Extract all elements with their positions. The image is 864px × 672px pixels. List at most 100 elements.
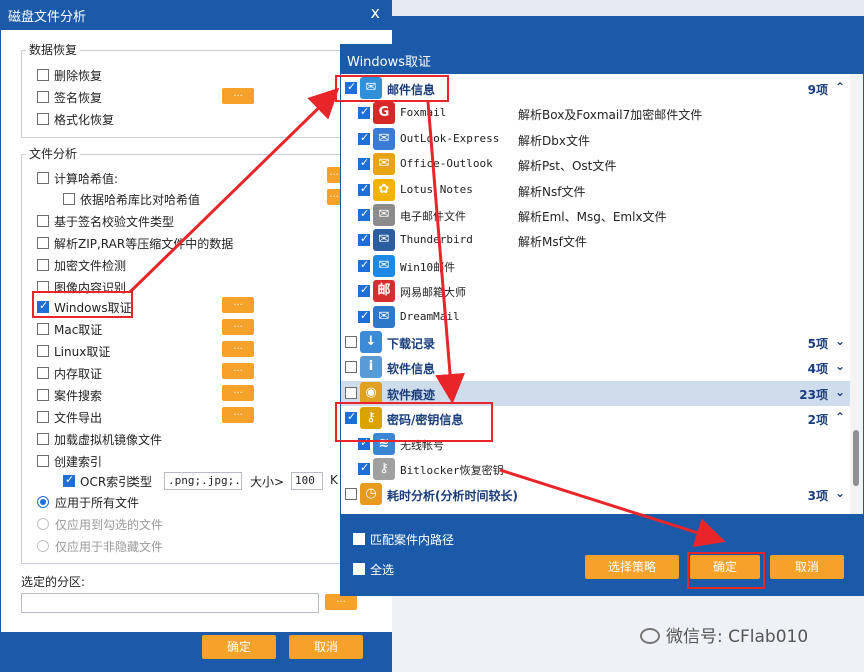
row-checkbox[interactable] xyxy=(358,156,370,171)
row-checkbox[interactable] xyxy=(345,336,357,348)
ocr-type-input[interactable]: .png;.jpg;.P xyxy=(164,472,242,490)
disk-analysis-ok-button[interactable]: 确定 xyxy=(202,635,276,659)
recovery-option-checkbox-2[interactable] xyxy=(37,113,49,125)
category-count: 3项 xyxy=(807,489,828,504)
row-checkbox[interactable] xyxy=(345,361,357,374)
recovery-option-checkbox-1[interactable] xyxy=(37,91,49,103)
analysis-option-label-0: 计算哈希值: xyxy=(54,172,119,186)
analysis-option-checkbox-3[interactable] xyxy=(37,237,49,249)
windows-forensics-options-button[interactable]: ... xyxy=(222,297,254,313)
category-row[interactable]: ↓ 下载记录 5项 ⌄ xyxy=(341,330,850,355)
apply-scope-radio-0[interactable] xyxy=(37,496,49,508)
chevron-down-icon[interactable]: ⌄ xyxy=(835,385,845,399)
apply-scope-radio-2[interactable] xyxy=(37,540,49,552)
memory-forensics-options-button[interactable]: ... xyxy=(222,363,254,379)
mac-forensics-options-button[interactable]: ... xyxy=(222,319,254,335)
chevron-up-icon[interactable]: ⌃ xyxy=(835,410,845,424)
linux-forensics-options-button[interactable]: ... xyxy=(222,341,254,357)
file-export-options-button[interactable]: ... xyxy=(222,407,254,423)
list-item[interactable]: ✉ OutLook-Express 解析Dbx文件 xyxy=(341,127,850,152)
recovery-option-label-0: 删除恢复 xyxy=(54,69,103,83)
analysis-option-label-1: 依据哈希库比对哈希值 xyxy=(80,193,201,207)
list-item[interactable]: G Foxmail 解析Box及Foxmail7加密邮件文件 xyxy=(341,101,850,126)
row-checkbox[interactable] xyxy=(358,182,370,196)
recovery-option-checkbox-0[interactable] xyxy=(37,69,49,81)
chevron-down-icon[interactable]: ⌄ xyxy=(835,486,845,500)
close-icon[interactable]: x xyxy=(371,3,380,22)
select-all-checkbox[interactable] xyxy=(353,563,365,575)
list-item[interactable]: ✉ Office-Outlook 解析Pst、Ost文件 xyxy=(341,152,850,177)
item-description: 解析Dbx文件 xyxy=(518,133,590,148)
hash-options-button[interactable]: ... xyxy=(327,167,341,183)
chevron-down-icon[interactable]: ⌄ xyxy=(835,359,845,373)
disk-analysis-cancel-button[interactable]: 取消 xyxy=(289,635,363,659)
apply-scope-label-0: 应用于所有文件 xyxy=(55,496,140,510)
analysis-option-label-10: 案件搜索 xyxy=(54,389,103,403)
signature-recovery-options-button[interactable]: ... xyxy=(222,88,254,104)
item-description: 解析Pst、Ost文件 xyxy=(518,159,617,174)
forensics-item-list: ✉邮件信息9项⌃GFoxmail解析Box及Foxmail7加密邮件文件✉Out… xyxy=(341,74,850,514)
analysis-group-label: 文件分析 xyxy=(26,145,81,162)
annotation-box-windows-forensics xyxy=(32,291,133,318)
row-checkbox[interactable] xyxy=(358,232,370,247)
analysis-option-checkbox-9[interactable] xyxy=(37,367,49,379)
select-strategy-button[interactable]: 选择策略 xyxy=(585,555,679,579)
partition-browse-button[interactable]: ... xyxy=(325,594,357,610)
list-item[interactable]: ✉ 电子邮件文件 解析Eml、Msg、Emlx文件 xyxy=(341,203,850,228)
windows-forensics-cancel-button[interactable]: 取消 xyxy=(770,555,844,579)
chevron-down-icon[interactable]: ⌄ xyxy=(835,334,845,348)
analysis-option-label-13: 创建索引 xyxy=(54,455,103,469)
recovery-option-label-1: 签名恢复 xyxy=(54,91,103,105)
analysis-option-checkbox-11[interactable] xyxy=(37,411,49,423)
list-item[interactable]: ✿ Lotus Notes 解析Nsf文件 xyxy=(341,178,850,203)
row-checkbox[interactable] xyxy=(358,283,370,298)
hash-db-options-button[interactable]: ... xyxy=(327,189,341,205)
row-checkbox[interactable] xyxy=(358,105,370,120)
row-checkbox[interactable] xyxy=(345,386,357,399)
analysis-option-checkbox-1[interactable] xyxy=(63,193,75,205)
list-scrollbar-thumb[interactable] xyxy=(853,430,859,486)
analysis-option-label-4: 加密文件检测 xyxy=(54,259,127,273)
watermark: 微信号: CFlab010 xyxy=(640,622,808,647)
item-label: DreamMail xyxy=(400,309,460,323)
analysis-option-checkbox-8[interactable] xyxy=(37,345,49,357)
row-checkbox[interactable] xyxy=(358,258,370,272)
analysis-option-checkbox-7[interactable] xyxy=(37,323,49,335)
list-item[interactable]: 邮网易邮箱大师 xyxy=(341,279,850,304)
analysis-option-checkbox-4[interactable] xyxy=(37,259,49,271)
chevron-up-icon[interactable]: ⌃ xyxy=(835,80,845,94)
ocr-size-label: 大小> xyxy=(250,475,285,489)
category-count: 2项 xyxy=(807,413,828,428)
analysis-option-checkbox-10[interactable] xyxy=(37,389,49,401)
partition-input[interactable] xyxy=(21,593,319,613)
ocr-size-input[interactable]: 100 xyxy=(291,472,323,490)
recovery-group-label: 数据恢复 xyxy=(26,41,81,58)
category-label: 软件信息 xyxy=(387,362,436,377)
row-checkbox[interactable] xyxy=(358,309,370,323)
row-checkbox[interactable] xyxy=(345,488,357,501)
disk-analysis-titlebar: 磁盘文件分析 x xyxy=(0,0,392,30)
match-case-path-checkbox[interactable] xyxy=(353,533,365,545)
row-checkbox[interactable] xyxy=(358,461,370,475)
row-checkbox[interactable] xyxy=(358,207,370,221)
item-description: 解析Eml、Msg、Emlx文件 xyxy=(518,210,667,224)
row-checkbox[interactable] xyxy=(358,131,370,145)
item-label: Win10邮件 xyxy=(400,260,456,274)
list-item[interactable]: ✉ Win10邮件 xyxy=(341,254,850,279)
list-item[interactable]: ✉ Thunderbird 解析Msf文件 xyxy=(341,228,850,253)
windows-forensics-titlebar: Windows取证 xyxy=(340,44,864,74)
analysis-option-checkbox-2[interactable] xyxy=(37,215,49,227)
apply-scope-radio-1[interactable] xyxy=(37,518,49,530)
list-item[interactable]: ✉ DreamMail xyxy=(341,305,850,330)
analysis-option-checkbox-0[interactable] xyxy=(37,172,49,184)
analysis-option-label-14: OCR索引 xyxy=(80,475,131,489)
list-item[interactable]: ⚷ Bitlocker恢复密钥 xyxy=(341,457,850,482)
category-row[interactable]: ◷ 耗时分析(分析时间较长) 3项 ⌄ xyxy=(341,482,850,507)
analysis-option-checkbox-12[interactable] xyxy=(37,433,49,445)
analysis-option-checkbox-14[interactable] xyxy=(63,473,75,487)
ocr-size-unit: K xyxy=(330,473,338,487)
analysis-option-checkbox-13[interactable] xyxy=(37,455,49,467)
annotation-box-password-key xyxy=(335,402,493,442)
category-row[interactable]: i 软件信息 4项 ⌄ xyxy=(341,355,850,380)
case-search-options-button[interactable]: ... xyxy=(222,385,254,401)
